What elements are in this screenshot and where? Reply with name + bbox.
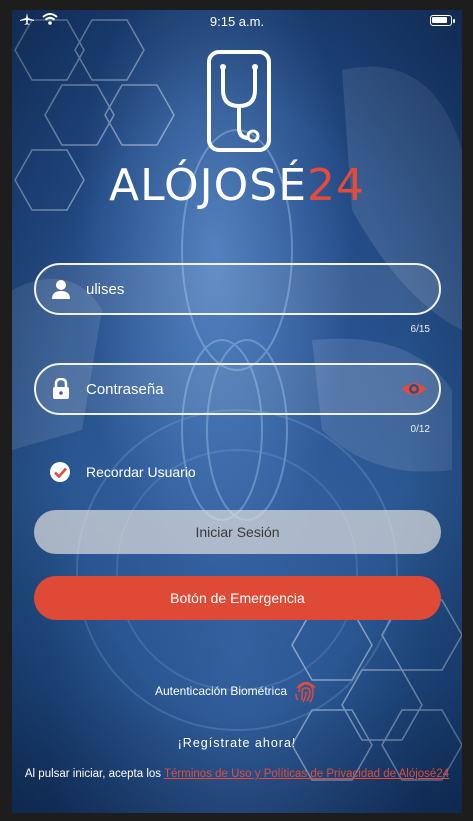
fingerprint-icon[interactable] [293,678,319,704]
terms-prefix: Al pulsar iniciar, acepta los [24,768,165,780]
biometric-label[interactable]: Autenticación Biométrica [155,684,287,698]
username-field[interactable] [34,263,441,315]
lock-icon [53,378,69,399]
brand-logo-text: ALÓJOSÉ24 [12,162,462,210]
brand-name-accent: 24 [307,160,366,211]
emergency-button[interactable]: Botón de Emergencia [34,576,441,620]
check-icon[interactable] [50,462,70,482]
status-time: 9:15 a.m. [209,14,265,29]
password-input[interactable] [86,375,386,403]
username-input[interactable] [86,275,386,303]
user-icon [52,280,70,299]
brand-name: ALÓJOSÉ [108,160,308,211]
password-field[interactable] [34,363,441,415]
login-button[interactable]: Iniciar Sesión [34,510,441,554]
terms-text: Al pulsar iniciar, acepta los Términos d… [12,767,462,782]
login-screen: 9:15 a.m. ALÓJOSÉ24 6/15 [12,10,462,813]
remember-user-checkbox[interactable]: Recordar Usuario [50,462,196,482]
username-counter: 6/15 [410,324,430,335]
stethoscope-phone-icon [207,50,271,152]
device-frame: 9:15 a.m. ALÓJOSÉ24 6/15 [0,0,473,821]
eye-icon[interactable] [401,378,427,400]
password-counter: 0/12 [410,424,430,435]
remember-user-label: Recordar Usuario [86,464,196,480]
terms-link[interactable]: Términos de Uso y Políticas de Privacida… [164,768,449,780]
biometric-auth[interactable]: Autenticación Biométrica [12,678,462,704]
register-link[interactable]: ¡Regístrate ahora! [12,736,462,750]
status-bar: 9:15 a.m. [12,10,462,32]
battery-icon [430,15,455,26]
